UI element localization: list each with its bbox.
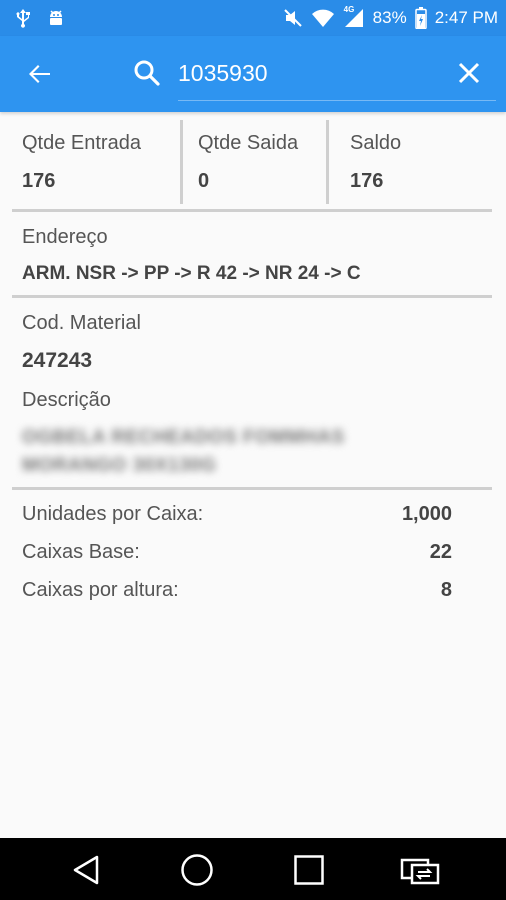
usb-icon <box>14 8 32 28</box>
search-underline <box>178 100 496 101</box>
qty-saldo-label: Saldo <box>350 132 402 154</box>
close-icon <box>458 62 480 84</box>
material-code-label: Cod. Material <box>22 312 141 334</box>
quantity-summary: Qtde Entrada 176 Qtde Saida 0 Saldo 176 <box>0 112 506 208</box>
qty-saida-value: 0 <box>198 170 210 192</box>
signal-icon: 4G <box>343 5 365 29</box>
unidades-por-caixa-value: 1,000 <box>401 503 452 525</box>
unidades-por-caixa-row: Unidades por Caixa: 1,000 <box>22 503 452 531</box>
network-type-label: 4G <box>343 5 355 14</box>
unidades-por-caixa-label: Unidades por Caixa: <box>22 503 204 525</box>
divider <box>326 120 329 204</box>
description-label: Descrição <box>22 389 111 411</box>
search-icon <box>132 58 162 88</box>
nav-back-button[interactable] <box>66 850 106 890</box>
qty-saldo-value: 176 <box>350 170 384 192</box>
app-bar <box>0 36 506 112</box>
nav-recents-button[interactable] <box>289 850 329 890</box>
android-debug-icon <box>46 8 66 28</box>
back-button[interactable] <box>24 58 56 90</box>
divider <box>12 209 492 212</box>
screen-mirror-icon <box>400 858 440 885</box>
caixas-base-value: 22 <box>429 541 452 563</box>
qty-entrada-value: 176 <box>22 170 56 192</box>
address-value: ARM. NSR -> PP -> R 42 -> NR 24 -> C <box>22 263 361 284</box>
qty-entrada-label: Qtde Entrada <box>22 132 141 154</box>
battery-percent: 83% <box>372 8 407 27</box>
battery-icon <box>414 7 427 29</box>
caixas-base-row: Caixas Base: 22 <box>22 541 452 569</box>
nav-screen-mirror-button[interactable] <box>400 850 440 890</box>
nav-home-button[interactable] <box>177 850 217 890</box>
caixas-por-altura-value: 8 <box>440 579 452 601</box>
arrow-back-icon <box>29 65 50 83</box>
address-label: Endereço <box>22 226 108 248</box>
recents-square-icon <box>294 855 324 885</box>
caixas-base-label: Caixas Base: <box>22 541 140 563</box>
clock: 2:47 PM <box>434 8 498 27</box>
home-circle-icon <box>181 854 213 886</box>
back-triangle-icon <box>73 855 99 885</box>
clear-search-button[interactable] <box>454 58 484 88</box>
description-line-1: OGBELA RECHEADOS FOMMHAS <box>22 427 345 448</box>
mute-icon <box>283 8 303 28</box>
divider <box>12 295 492 298</box>
description-line-2: MORANGO 30X130G <box>22 455 217 476</box>
divider <box>180 120 183 204</box>
caixas-por-altura-label: Caixas por altura: <box>22 579 179 601</box>
status-bar: 4G 83% 2:47 PM <box>0 0 506 36</box>
wifi-icon <box>311 8 335 28</box>
divider <box>12 487 492 490</box>
system-nav-bar <box>0 838 506 900</box>
search-input[interactable] <box>178 54 438 92</box>
caixas-por-altura-row: Caixas por altura: 8 <box>22 579 452 607</box>
qty-saida-label: Qtde Saida <box>198 132 299 154</box>
material-code-value: 247243 <box>22 349 93 372</box>
